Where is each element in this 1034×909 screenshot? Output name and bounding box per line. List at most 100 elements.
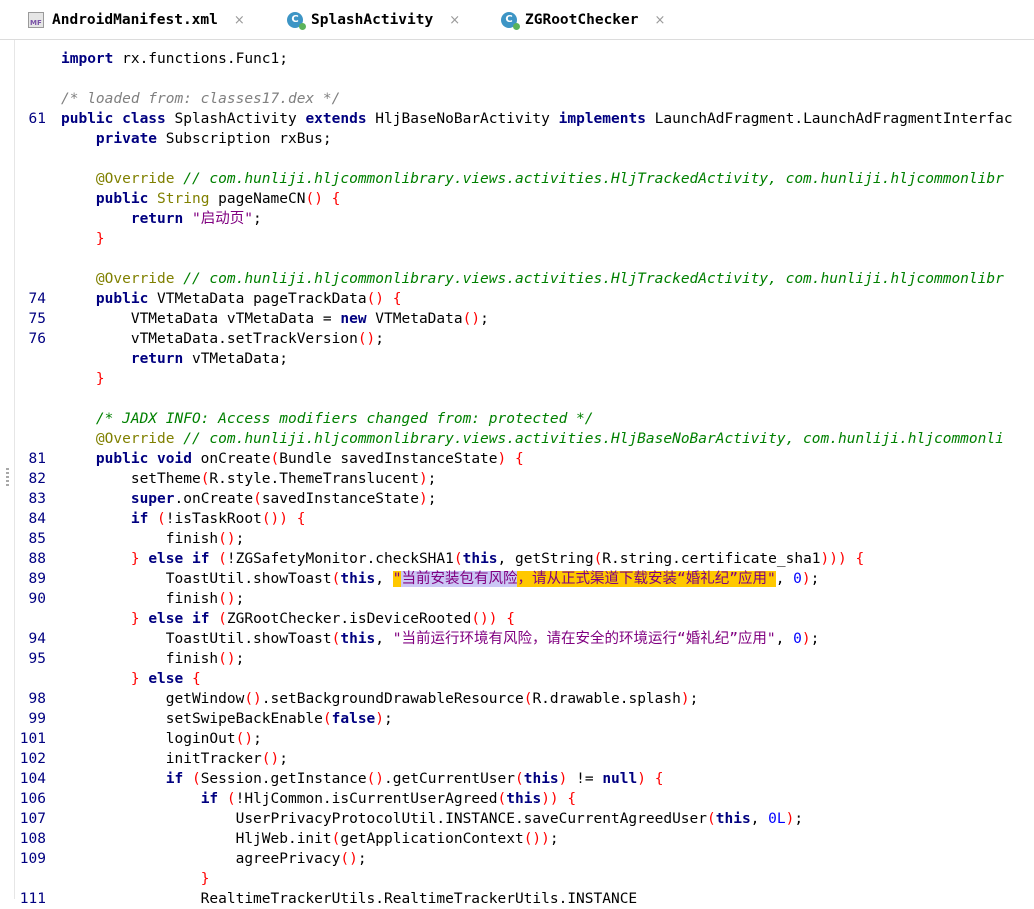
code-token: onCreate — [191, 451, 271, 467]
code-token: /* loaded from: classes17.dex */ — [61, 91, 341, 107]
code-token: agreePrivacy — [61, 851, 341, 867]
code-text: finish(); — [61, 529, 245, 549]
code-token: extends — [305, 111, 367, 127]
code-token: 0L — [768, 811, 786, 827]
code-token: pageNameCN — [209, 191, 306, 207]
code-token: { — [855, 551, 865, 567]
code-text: ToastUtil.showToast(this, "当前安装包有风险，请从正式… — [61, 569, 819, 589]
tab-splashactivity[interactable]: C SplashActivity × — [287, 0, 460, 40]
code-token: ; — [810, 571, 820, 587]
code-token: } — [130, 671, 140, 687]
line-number: 94 — [28, 631, 46, 647]
code-token: ; — [794, 811, 804, 827]
close-icon[interactable]: × — [655, 13, 666, 28]
code-token: R.drawable.splash — [532, 691, 681, 707]
code-token: import — [61, 51, 114, 67]
code-token: /* JADX INFO: Access modifiers changed f… — [95, 411, 594, 427]
tab-label: AndroidManifest.xml — [52, 12, 218, 28]
code-token: } — [95, 231, 105, 247]
code-token: () — [366, 771, 385, 787]
code-text: public void onCreate(Bundle savedInstanc… — [61, 449, 524, 469]
code-token: this — [506, 791, 542, 807]
line-number: 99 — [28, 711, 46, 727]
code-token: != — [567, 771, 603, 787]
close-icon[interactable]: × — [449, 13, 460, 28]
code-token: () — [366, 291, 385, 307]
line-number: 85 — [28, 531, 46, 547]
code-token: ZGRootChecker.isDeviceRooted — [226, 611, 472, 627]
code-token: ; — [689, 691, 699, 707]
code-text: super.onCreate(savedInstanceState); — [61, 489, 437, 509]
close-icon[interactable]: × — [234, 13, 245, 28]
code-token: ; — [427, 491, 437, 507]
code-token: , — [775, 631, 794, 647]
code-token: public — [95, 291, 149, 307]
code-text: if (Session.getInstance().getCurrentUser… — [61, 769, 664, 789]
code-token: else if — [148, 551, 210, 567]
code-token: false — [331, 711, 376, 727]
code-token: () — [218, 651, 236, 667]
line-number: 107 — [19, 811, 46, 827]
code-token: finish — [61, 531, 219, 547]
code-token: else if — [148, 611, 210, 627]
line-number: 83 — [28, 491, 46, 507]
code-token: ) — [637, 771, 646, 787]
code-text: /* JADX INFO: Access modifiers changed f… — [61, 409, 594, 429]
code-token: !ZGSafetyMonitor.checkSHA1 — [226, 551, 454, 567]
tab-zgrootchecker[interactable]: C ZGRootChecker × — [501, 0, 665, 40]
code-token: ) — [801, 571, 811, 587]
code-token: { — [506, 611, 515, 627]
code-text: VTMetaData vTMetaData = new VTMetaData()… — [61, 309, 489, 329]
code-text: private Subscription rxBus; — [61, 129, 332, 149]
code-token: ))) — [820, 551, 847, 567]
code-text: } else { — [61, 669, 201, 689]
tab-androidmanifest[interactable]: MF AndroidManifest.xml × — [28, 0, 245, 40]
code-token: this — [462, 551, 498, 567]
code-token: ) — [680, 691, 690, 707]
code-token: ()) — [471, 611, 498, 627]
code-token: !isTaskRoot — [165, 511, 262, 527]
code-token: public — [95, 191, 149, 207]
code-token: vTMetaData; — [183, 351, 288, 367]
code-token: ; — [375, 331, 385, 347]
code-text: loginOut(); — [61, 729, 262, 749]
code-token: { — [392, 291, 402, 307]
line-number: 76 — [28, 331, 46, 347]
tab-label: SplashActivity — [311, 12, 434, 28]
code-token: ，请从正式渠道下载安装“婚礼纪”应用" — [517, 571, 776, 587]
code-text: } else if (ZGRootChecker.isDeviceRooted(… — [61, 609, 515, 629]
code-token: setSwipeBackEnable — [61, 711, 323, 727]
code-token: ToastUtil.showToast — [61, 571, 332, 587]
code-token: return — [130, 211, 184, 227]
code-token: .getCurrentUser — [384, 771, 515, 787]
code-token: } — [200, 871, 210, 887]
code-token: vTMetaData.setTrackVersion — [61, 331, 358, 347]
code-token: } — [130, 611, 140, 627]
code-token: () — [244, 691, 262, 707]
code-token: ToastUtil.showToast — [61, 631, 332, 647]
code-token: SplashActivity — [165, 111, 306, 127]
code-token: implements — [558, 111, 646, 127]
code-token: () — [218, 531, 236, 547]
code-token: ) — [497, 451, 507, 467]
code-token: String — [157, 191, 210, 207]
code-token: VTMetaData pageTrackData — [148, 291, 367, 307]
line-number: 88 — [28, 551, 46, 567]
code-token: ; — [480, 311, 489, 327]
code-token: ; — [279, 751, 288, 767]
code-token: ( — [226, 791, 236, 807]
code-token: ( — [322, 711, 332, 727]
